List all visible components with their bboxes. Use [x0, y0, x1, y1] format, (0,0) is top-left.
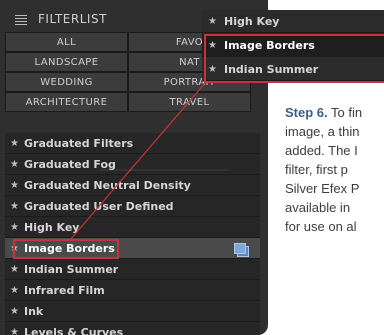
filter-item[interactable]: ★ High Key	[5, 217, 260, 238]
filter-label: Graduated Neutral Density	[24, 179, 191, 192]
category-travel-button[interactable]: TRAVEL	[128, 92, 251, 112]
star-icon[interactable]: ★	[10, 280, 19, 301]
category-wedding-button[interactable]: WEDDING	[5, 72, 128, 92]
favorite-item[interactable]: ★ High Key	[202, 10, 384, 33]
filter-item[interactable]: ★ Graduated Fog	[5, 154, 260, 175]
filter-item[interactable]: ★ Infrared Film	[5, 280, 260, 301]
favorite-label: High Key	[224, 15, 280, 28]
caption-line: for use on al	[285, 219, 357, 234]
caption-line: image, a thin	[285, 124, 360, 139]
star-icon[interactable]: ★	[10, 175, 19, 196]
star-icon[interactable]: ★	[10, 217, 19, 238]
drag-page-icon	[234, 243, 246, 254]
star-icon[interactable]: ★	[10, 301, 19, 322]
filter-label: Graduated Filters	[24, 137, 134, 150]
filter-label: Graduated User Defined	[24, 200, 174, 213]
star-icon[interactable]: ★	[10, 196, 19, 217]
filter-item[interactable]: ★ Indian Summer	[5, 259, 260, 280]
caption-line: available in	[285, 200, 351, 215]
filter-label: Indian Summer	[24, 263, 119, 276]
list-icon[interactable]	[15, 15, 27, 25]
filter-label: Levels & Curves	[24, 326, 124, 335]
filter-item[interactable]: ★ Graduated Neutral Density	[5, 175, 260, 196]
step-label: Step 6.	[285, 105, 328, 120]
filter-item[interactable]: ★ Levels & Curves	[5, 322, 260, 335]
highlight-box-popup	[204, 34, 384, 83]
filter-item[interactable]: ★ Graduated Filters	[5, 133, 260, 154]
filter-item[interactable]: ★ Graduated User Defined	[5, 196, 260, 217]
caption-line: Silver Efex P	[285, 181, 360, 196]
category-all-button[interactable]: ALL	[5, 32, 128, 52]
star-icon[interactable]: ★	[208, 10, 217, 33]
star-icon[interactable]: ★	[10, 322, 19, 335]
filter-label: Ink	[24, 305, 44, 318]
filter-label: Infrared Film	[24, 284, 105, 297]
caption-line: filter, first p	[285, 162, 348, 177]
star-icon[interactable]: ★	[10, 259, 19, 280]
category-architecture-button[interactable]: ARCHITECTURE	[5, 92, 128, 112]
filter-label: Graduated Fog	[24, 158, 116, 171]
caption-text: To fin	[327, 105, 363, 120]
caption-line: Step 6. To fin	[285, 103, 384, 122]
filter-label: High Key	[24, 221, 80, 234]
filter-item[interactable]: ★ Ink	[5, 301, 260, 322]
star-icon[interactable]: ★	[10, 154, 19, 175]
highlight-box-list	[13, 239, 119, 259]
panel-title: FILTERLIST	[38, 12, 107, 26]
category-landscape-button[interactable]: LANDSCAPE	[5, 52, 128, 72]
caption-line: added. The I	[285, 143, 358, 158]
star-icon[interactable]: ★	[10, 133, 19, 154]
instruction-text: Step 6. To fin image, a thin added. The …	[285, 103, 384, 236]
